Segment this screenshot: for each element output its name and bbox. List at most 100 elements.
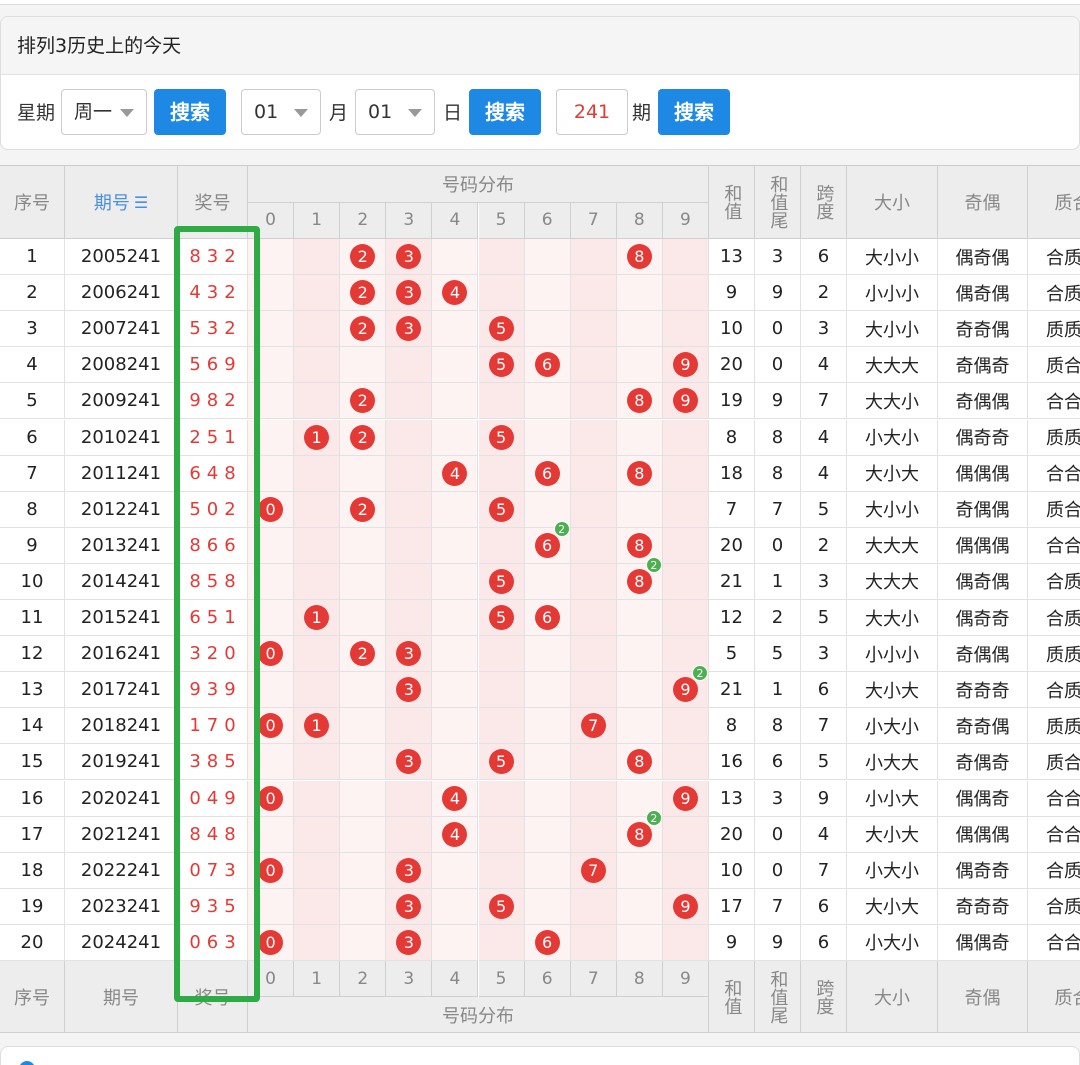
digit-header-9: 9 — [662, 202, 709, 239]
dist-cell-9: 9 — [662, 347, 709, 384]
digit-header-0: 0 — [248, 202, 295, 239]
cell-period: 2015241 — [65, 600, 178, 637]
repeat-count-badge: 2 — [645, 809, 662, 826]
cell-sum-tail: 0 — [755, 311, 801, 348]
number-ball: 8 — [626, 460, 652, 486]
dist-cell-5 — [478, 708, 525, 745]
number-ball: 5 — [488, 352, 514, 378]
sum-header-label: 和值 — [721, 184, 743, 220]
dist-cell-2 — [340, 527, 387, 564]
number-ball: 6 — [534, 605, 560, 631]
cell-winning-number: 432 — [178, 275, 248, 312]
cell-parity: 偶偶偶 — [938, 816, 1028, 853]
col-header-sum: 和值 — [709, 961, 755, 1033]
col-header-parity: 奇偶 — [938, 166, 1028, 239]
cell-prime: 合质 — [1028, 275, 1080, 312]
cell-span: 5 — [801, 744, 847, 781]
dist-cell-7 — [570, 383, 617, 420]
number-ball: 7 — [580, 713, 606, 739]
dist-cell-5: 5 — [478, 888, 525, 925]
dist-cell-1 — [294, 636, 341, 673]
dist-cell-3: 3 — [386, 924, 433, 961]
cell-prime: 合质 — [1028, 564, 1080, 600]
day-select[interactable]: 01 — [355, 89, 435, 135]
digit-header-3: 3 — [386, 202, 433, 239]
cell-winning-number: 170 — [178, 708, 248, 745]
winning-number-text: 251 — [189, 426, 242, 448]
winning-number-text: 385 — [189, 751, 242, 773]
cell-size: 大小大 — [847, 672, 938, 709]
cell-span: 4 — [801, 419, 847, 456]
number-ball: 3 — [396, 893, 422, 919]
cell-sum: 8 — [709, 708, 755, 745]
dist-cell-7 — [570, 888, 617, 925]
cell-sum-tail: 1 — [755, 672, 801, 709]
cell-prime: 合质 — [1028, 239, 1080, 276]
cell-sum: 9 — [709, 924, 755, 961]
dist-cell-0: 0 — [248, 708, 295, 745]
weekday-select[interactable]: 周一 — [61, 89, 147, 135]
cell-winning-number: 848 — [178, 816, 248, 853]
col-header-period[interactable]: 期号 ☰ — [65, 166, 178, 239]
cell-prime: 合合 — [1028, 456, 1080, 492]
dist-cell-0 — [248, 816, 295, 853]
cell-parity: 偶奇偶 — [938, 239, 1028, 276]
dist-cell-2 — [340, 888, 387, 925]
sort-icon[interactable]: ☰ — [134, 193, 148, 212]
cell-size: 大小小 — [847, 311, 938, 348]
dist-cell-8 — [616, 852, 663, 889]
cell-winning-number: 858 — [178, 563, 248, 600]
cell-parity: 奇偶偶 — [938, 636, 1028, 673]
number-ball: 6 — [534, 352, 560, 378]
cell-span: 3 — [801, 311, 847, 348]
sum-tail-header-label: 和值尾 — [767, 175, 789, 229]
cell-sum-tail: 5 — [755, 636, 801, 673]
panel-title: 排列3历史上的今天 — [1, 17, 1079, 75]
winning-number-text: 063 — [189, 931, 242, 953]
cell-parity: 偶奇奇 — [938, 852, 1028, 889]
issue-label: 期 — [632, 102, 652, 124]
dist-cell-8: 8 — [616, 383, 663, 420]
cell-period: 2007241 — [65, 311, 178, 348]
cell-period: 2013241 — [65, 527, 178, 564]
dist-cell-5 — [478, 780, 525, 817]
cell-prime: 质质 — [1028, 708, 1080, 745]
cell-period: 2006241 — [65, 275, 178, 312]
dist-cell-7: 7 — [570, 708, 617, 745]
cell-span: 4 — [801, 455, 847, 492]
dist-cell-6 — [524, 852, 571, 889]
dist-cell-8: 8 — [616, 744, 663, 781]
cell-winning-number: 063 — [178, 924, 248, 961]
dist-cell-0 — [248, 311, 295, 348]
dist-cell-1: 1 — [294, 600, 341, 637]
dist-cell-9: 9 — [662, 888, 709, 925]
dist-cell-0: 0 — [248, 852, 295, 889]
dist-cell-8: 8 — [616, 239, 663, 276]
dist-cell-3: 3 — [386, 636, 433, 673]
cell-period: 2010241 — [65, 419, 178, 456]
dist-cell-2: 2 — [340, 383, 387, 420]
cell-prime: 合合 — [1028, 383, 1080, 420]
dist-cell-7 — [570, 419, 617, 456]
cell-winning-number: 320 — [178, 636, 248, 673]
weekday-value: 周一 — [74, 101, 113, 123]
digit-header-4: 4 — [432, 961, 479, 997]
cell-sum: 21 — [709, 563, 755, 600]
dist-cell-1 — [294, 527, 341, 564]
cell-period: 2009241 — [65, 383, 178, 420]
dist-cell-8 — [616, 419, 663, 456]
cell-sum-tail: 9 — [755, 924, 801, 961]
cell-period: 2017241 — [65, 672, 178, 709]
cell-period: 2011241 — [65, 455, 178, 492]
dist-cell-3: 3 — [386, 239, 433, 276]
month-select[interactable]: 01 — [241, 89, 321, 135]
dist-cell-9 — [662, 852, 709, 889]
cell-sum: 16 — [709, 744, 755, 781]
search-issue-button[interactable]: 搜索 — [658, 89, 730, 135]
search-weekday-button[interactable]: 搜索 — [154, 89, 226, 135]
search-date-button[interactable]: 搜索 — [469, 89, 541, 135]
dist-cell-6 — [524, 311, 571, 348]
dist-cell-7 — [570, 636, 617, 673]
number-ball: 1 — [304, 713, 330, 739]
issue-input[interactable]: 241 — [556, 89, 628, 135]
